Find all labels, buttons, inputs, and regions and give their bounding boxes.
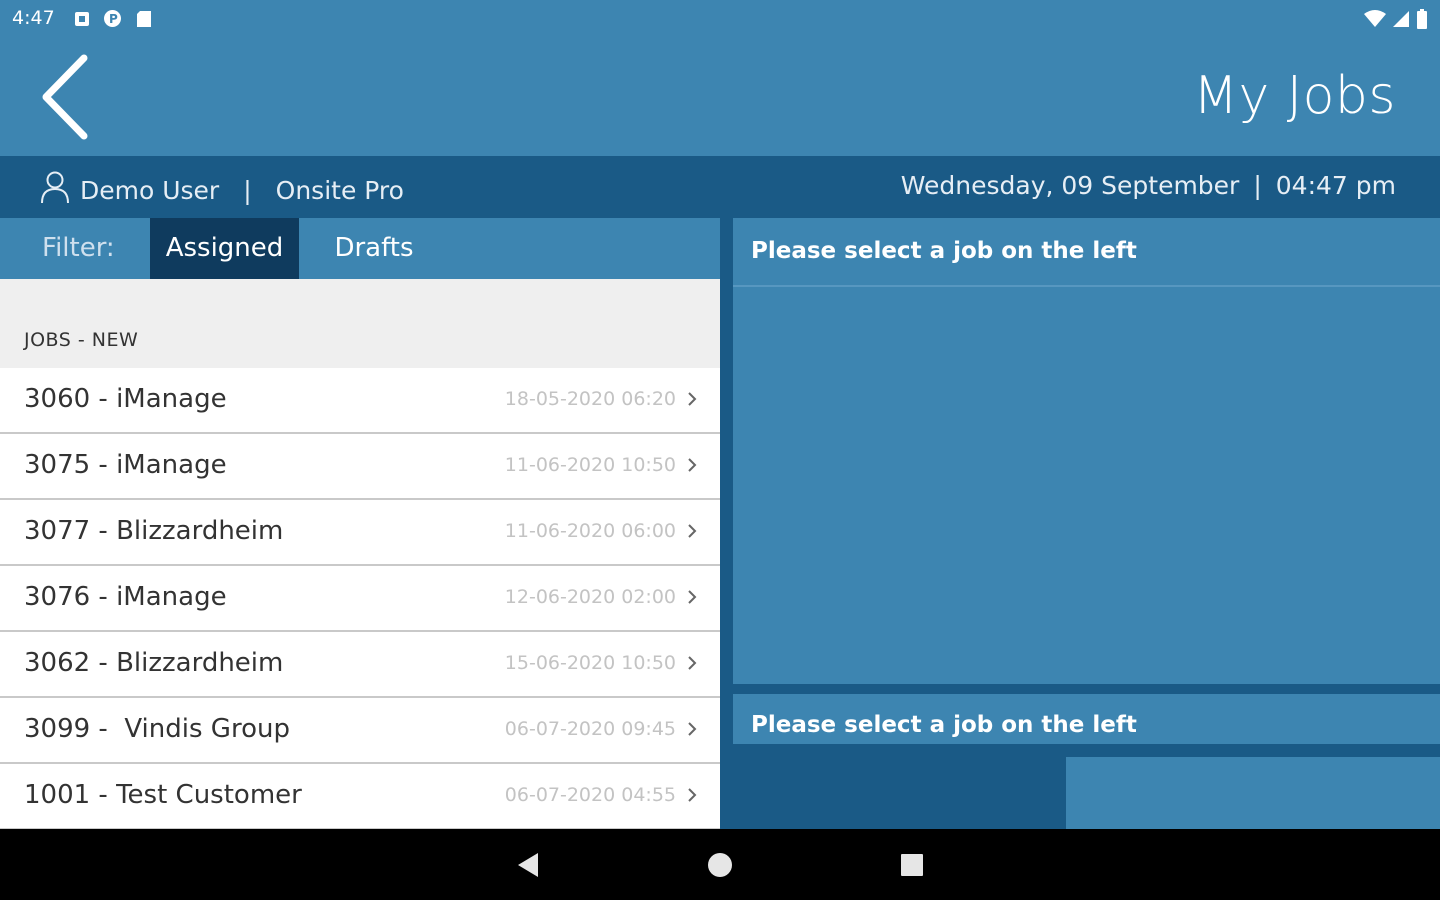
sd-card-icon — [134, 9, 153, 28]
chevron-right-icon — [688, 392, 697, 406]
job-title: 1001 - Test Customer — [24, 780, 302, 810]
detail-tab-left[interactable] — [733, 757, 1066, 829]
job-title: 3077 - Blizzardheim — [24, 516, 284, 546]
svg-text:P: P — [109, 12, 118, 26]
chevron-right-icon — [688, 524, 697, 538]
product-name: Onsite Pro — [275, 175, 404, 205]
select-job-message: Please select a job on the left — [751, 712, 1137, 738]
current-time: 04:47 pm — [1275, 171, 1396, 200]
app-header: My Jobs — [0, 38, 1440, 156]
job-date: 15-06-2020 10:50 — [504, 652, 676, 674]
job-date: 11-06-2020 06:00 — [504, 520, 676, 542]
current-date: Wednesday, 09 September — [900, 171, 1240, 200]
tab-drafts[interactable]: Drafts — [299, 218, 449, 279]
job-detail-bottom: Please select a job on the left — [733, 694, 1440, 744]
filter-bar-fill — [449, 218, 720, 279]
job-row[interactable]: 1001 - Test Customer 06-07-2020 04:55 — [0, 764, 720, 830]
section-header: JOBS - NEW — [0, 279, 720, 368]
data-saver-icon: P — [103, 9, 122, 28]
tab-assigned[interactable]: Assigned — [150, 218, 299, 279]
job-date: 06-07-2020 04:55 — [504, 784, 676, 806]
chevron-right-icon — [688, 458, 697, 472]
job-date: 12-06-2020 02:00 — [504, 586, 676, 608]
user-name: Demo User — [80, 175, 220, 205]
job-row[interactable]: 3077 - Blizzardheim 11-06-2020 06:00 — [0, 500, 720, 566]
jobs-list-panel: Filter: Assigned Drafts JOBS - NEW 3060 … — [0, 218, 720, 830]
user-icon — [40, 170, 70, 210]
job-row[interactable]: 3076 - iManage 12-06-2020 02:00 — [0, 566, 720, 632]
chevron-right-icon — [688, 656, 697, 670]
back-triangle-icon[interactable] — [514, 851, 542, 879]
separator: | — [1253, 171, 1262, 200]
filter-bar: Filter: Assigned Drafts — [0, 218, 720, 279]
system-nav-bar — [0, 829, 1440, 900]
wifi-icon — [1364, 10, 1386, 32]
job-title: 3075 - iManage — [24, 450, 227, 480]
detail-tab-right[interactable] — [1066, 757, 1440, 829]
recents-square-icon[interactable] — [898, 851, 926, 879]
select-job-message: Please select a job on the left — [751, 238, 1137, 264]
section-title: JOBS - NEW — [24, 329, 139, 351]
job-list: 3060 - iManage 18-05-2020 06:20 3075 - i… — [0, 368, 720, 830]
job-row[interactable]: 3060 - iManage 18-05-2020 06:20 — [0, 368, 720, 434]
job-title: 3099 - Vindis Group — [24, 714, 290, 744]
cell-signal-icon — [1392, 10, 1410, 32]
home-circle-icon[interactable] — [706, 851, 734, 879]
job-title: 3060 - iManage — [24, 384, 227, 414]
job-date: 11-06-2020 10:50 — [504, 454, 676, 476]
battery-icon — [1416, 9, 1428, 33]
filter-label: Filter: — [0, 218, 150, 279]
chevron-left-icon — [42, 54, 88, 140]
job-detail-panel: Please select a job on the left Please s… — [733, 218, 1440, 829]
job-date: 06-07-2020 09:45 — [504, 718, 676, 740]
divider — [733, 285, 1440, 287]
job-detail-top: Please select a job on the left — [733, 218, 1440, 684]
chevron-right-icon — [688, 590, 697, 604]
chevron-right-icon — [688, 788, 697, 802]
status-bar: 4:47 P — [0, 0, 1440, 38]
chevron-right-icon — [688, 722, 697, 736]
job-row[interactable]: 3075 - iManage 11-06-2020 10:50 — [0, 434, 720, 500]
notification-square-icon — [72, 9, 91, 28]
job-row[interactable]: 3099 - Vindis Group 06-07-2020 09:45 — [0, 698, 720, 764]
status-time: 4:47 — [12, 7, 55, 29]
job-date: 18-05-2020 06:20 — [504, 388, 676, 410]
back-button[interactable] — [34, 52, 98, 142]
separator: | — [243, 175, 252, 205]
page-title: My Jobs — [1193, 66, 1396, 126]
user-info-bar: Demo User | Onsite Pro Wednesday, 09 Sep… — [0, 156, 1440, 218]
job-title: 3076 - iManage — [24, 582, 227, 612]
job-row[interactable]: 3062 - Blizzardheim 15-06-2020 10:50 — [0, 632, 720, 698]
job-title: 3062 - Blizzardheim — [24, 648, 284, 678]
